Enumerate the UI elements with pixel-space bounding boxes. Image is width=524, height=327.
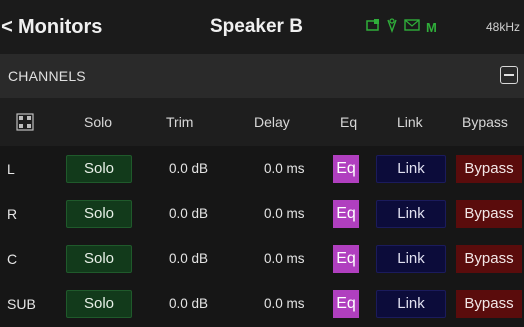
solo-button[interactable]: Solo — [66, 244, 132, 273]
column-link: Link — [397, 114, 423, 130]
channel-label: C — [7, 250, 18, 267]
status-letter: M — [426, 19, 437, 35]
delay-value[interactable]: 0.0 ms — [264, 146, 305, 191]
mic-icon — [386, 17, 398, 38]
eq-button[interactable]: Eq — [333, 289, 359, 318]
top-bar: < Monitors Speaker B M 48kHz — [0, 0, 524, 54]
bypass-button[interactable]: Bypass — [456, 244, 522, 273]
column-trim: Trim — [166, 114, 194, 130]
bypass-button[interactable]: Bypass — [456, 199, 522, 228]
table-row: C Solo 0.0 dB 0.0 ms Eq Link Bypass — [0, 236, 524, 281]
eq-button[interactable]: Eq — [333, 154, 359, 183]
channel-label: L — [7, 160, 15, 177]
page-title: Speaker B — [210, 16, 303, 37]
collapse-icon[interactable] — [500, 66, 518, 84]
link-button[interactable]: Link — [376, 154, 446, 183]
column-solo: Solo — [84, 114, 113, 130]
back-label: Monitors — [18, 15, 103, 38]
sample-rate: 48kHz — [485, 20, 520, 34]
table-row: SUB Solo 0.0 dB 0.0 ms Eq Link Bypass — [0, 281, 524, 326]
trim-value[interactable]: 0.0 dB — [169, 281, 208, 326]
column-delay: Delay — [254, 114, 290, 130]
eq-button[interactable]: Eq — [333, 199, 359, 228]
channel-label: R — [7, 205, 18, 222]
channel-label: SUB — [7, 295, 36, 312]
bypass-button[interactable]: Bypass — [456, 154, 522, 183]
grid-select-icon[interactable] — [16, 98, 34, 146]
column-bypass: Bypass — [462, 114, 508, 130]
trim-value[interactable]: 0.0 dB — [169, 236, 208, 281]
trim-value[interactable]: 0.0 dB — [169, 191, 208, 236]
link-button[interactable]: Link — [376, 199, 446, 228]
channels-section-header: CHANNELS — [0, 54, 524, 98]
section-title: CHANNELS — [8, 68, 86, 84]
solo-button[interactable]: Solo — [66, 289, 132, 318]
trim-value[interactable]: 0.0 dB — [169, 146, 208, 191]
back-chevron-icon: < — [1, 15, 13, 38]
network-icon — [366, 18, 380, 37]
table-row: R Solo 0.0 dB 0.0 ms Eq Link Bypass — [0, 191, 524, 236]
delay-value[interactable]: 0.0 ms — [264, 236, 305, 281]
table-row: L Solo 0.0 dB 0.0 ms Eq Link Bypass — [0, 146, 524, 191]
mail-icon — [404, 18, 420, 36]
column-eq: Eq — [340, 114, 358, 130]
delay-value[interactable]: 0.0 ms — [264, 191, 305, 236]
delay-value[interactable]: 0.0 ms — [264, 281, 305, 326]
back-button[interactable]: < Monitors — [0, 0, 102, 54]
link-button[interactable]: Link — [376, 289, 446, 318]
solo-button[interactable]: Solo — [66, 199, 132, 228]
solo-button[interactable]: Solo — [66, 154, 132, 183]
bypass-button[interactable]: Bypass — [456, 289, 522, 318]
link-button[interactable]: Link — [376, 244, 446, 273]
status-icons: M — [366, 17, 437, 37]
eq-button[interactable]: Eq — [333, 244, 359, 273]
column-header-row: Solo Trim Delay Eq Link Bypass — [0, 98, 524, 146]
